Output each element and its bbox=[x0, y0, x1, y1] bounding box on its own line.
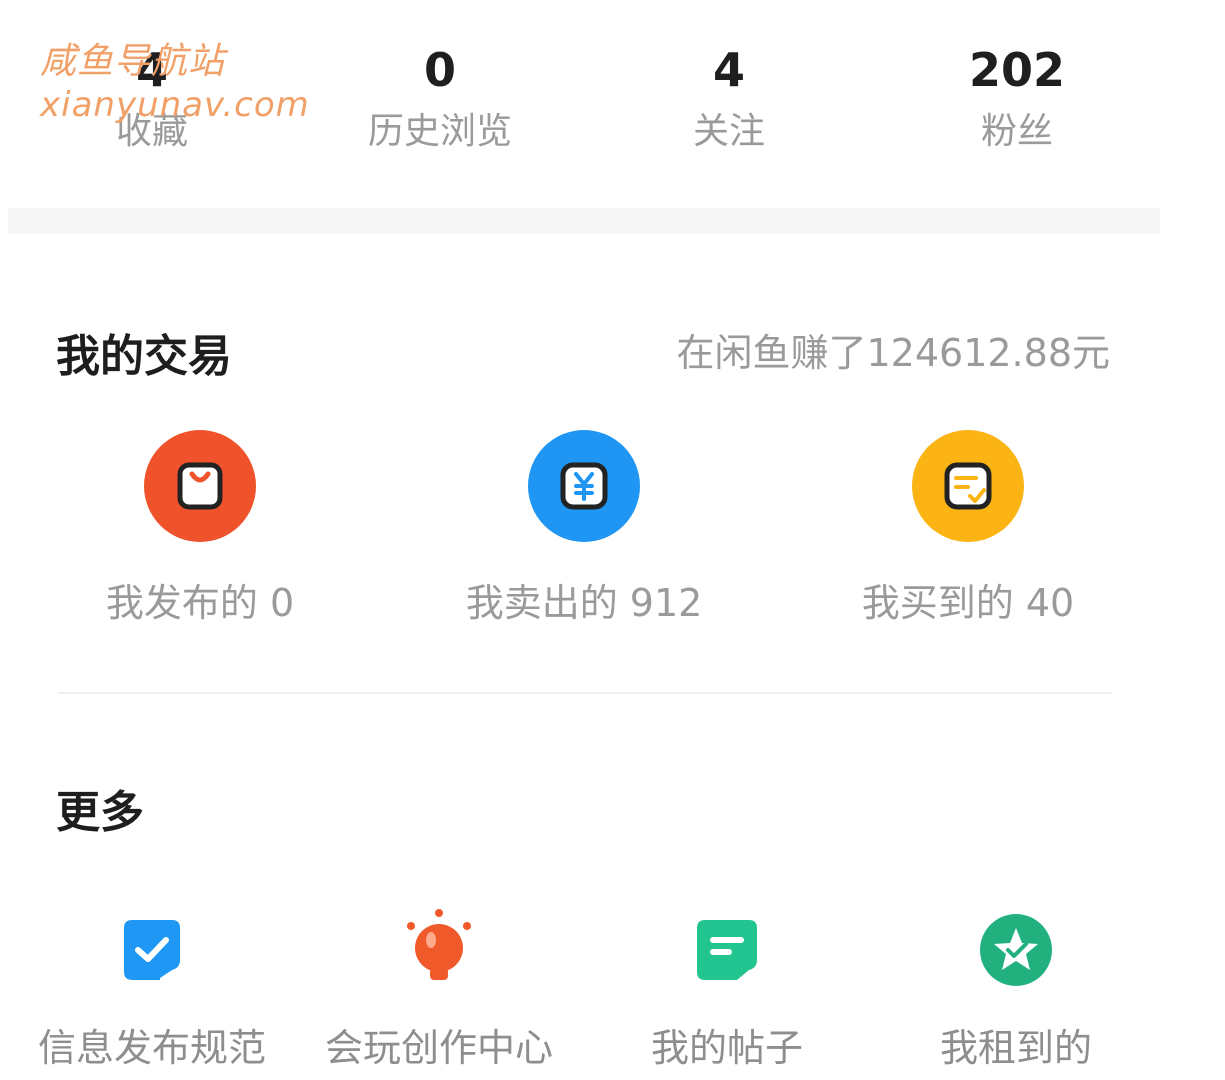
stat-following-label: 关注 bbox=[692, 111, 765, 152]
stat-following-value: 4 bbox=[712, 43, 745, 97]
trade-section-title: 我的交易 bbox=[56, 331, 232, 382]
trade-bought-label: 我买到的 40 bbox=[861, 581, 1075, 625]
post-icon bbox=[682, 905, 772, 995]
stat-favorites-value: 4 bbox=[135, 43, 168, 97]
yuan-icon bbox=[528, 430, 640, 542]
stat-history[interactable]: 0 历史浏览 bbox=[330, 40, 550, 162]
stat-fans[interactable]: 202 粉丝 bbox=[907, 40, 1127, 162]
trade-sold-label: 我卖出的 912 bbox=[465, 581, 703, 625]
trade-published[interactable]: 我发布的 0 bbox=[50, 430, 350, 627]
order-check-icon bbox=[912, 430, 1024, 542]
stat-favorites-label: 收藏 bbox=[115, 111, 188, 152]
more-my-posts[interactable]: 我的帖子 bbox=[577, 905, 877, 1072]
shopping-bag-icon bbox=[144, 430, 256, 542]
more-publish-rules-label: 信息发布规范 bbox=[37, 1026, 266, 1070]
divider-line bbox=[58, 692, 1112, 694]
stat-fans-label: 粉丝 bbox=[980, 111, 1053, 152]
trade-earnings[interactable]: 在闲鱼赚了124612.88元 bbox=[677, 322, 1111, 377]
trade-sold[interactable]: 我卖出的 912 bbox=[434, 430, 734, 627]
more-rented[interactable]: 我租到的 bbox=[866, 905, 1166, 1072]
trade-bought[interactable]: 我买到的 40 bbox=[818, 430, 1118, 627]
stat-following[interactable]: 4 关注 bbox=[619, 40, 839, 162]
more-my-posts-label: 我的帖子 bbox=[650, 1026, 803, 1070]
stat-fans-value: 202 bbox=[968, 43, 1066, 97]
more-section-title: 更多 bbox=[56, 787, 144, 838]
check-shield-icon bbox=[107, 905, 197, 995]
section-divider bbox=[8, 208, 1160, 234]
star-badge-icon bbox=[971, 905, 1061, 995]
more-creator-center-label: 会玩创作中心 bbox=[324, 1026, 553, 1070]
more-rented-label: 我租到的 bbox=[939, 1026, 1092, 1070]
lightbulb-icon bbox=[394, 905, 484, 995]
stat-history-label: 历史浏览 bbox=[367, 111, 512, 152]
stat-history-value: 0 bbox=[423, 43, 456, 97]
more-creator-center[interactable]: 会玩创作中心 bbox=[289, 905, 589, 1072]
trade-published-label: 我发布的 0 bbox=[105, 581, 295, 625]
stats-row: 4 收藏 0 历史浏览 4 关注 202 粉丝 bbox=[0, 40, 1160, 170]
stat-favorites[interactable]: 4 收藏 bbox=[42, 40, 262, 162]
more-publish-rules[interactable]: 信息发布规范 bbox=[2, 905, 302, 1072]
